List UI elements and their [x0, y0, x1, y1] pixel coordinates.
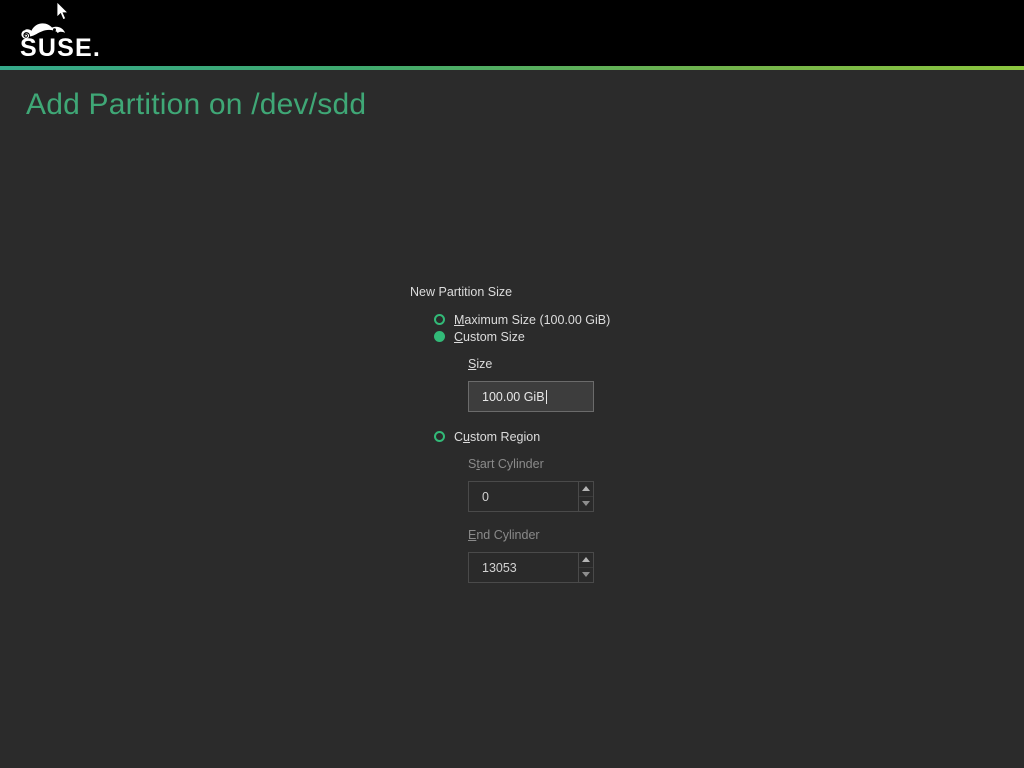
- chevron-down-icon: [582, 572, 590, 578]
- label-mnemonic: M: [454, 312, 465, 327]
- new-partition-size-group: New Partition Size Maximum Size (100.00 …: [410, 285, 830, 583]
- radio-custom-region[interactable]: Custom Region: [434, 428, 830, 445]
- svg-text:SUSE.: SUSE.: [20, 34, 101, 60]
- page-title: Add Partition on /dev/sdd: [26, 88, 367, 121]
- radio-custom-region-label: Custom Region: [454, 429, 540, 445]
- size-field-block: Size 100.00 GiB: [468, 357, 830, 412]
- label-post: ustom Size: [463, 329, 525, 344]
- end-cylinder-increment-button[interactable]: [579, 553, 593, 568]
- start-cylinder-spinbox[interactable]: 0: [468, 481, 594, 512]
- end-cylinder-block: End Cylinder 13053: [468, 528, 830, 583]
- suse-logo: SUSE.: [14, 8, 134, 60]
- header-accent-line: [0, 66, 1024, 70]
- end-cylinder-label: End Cylinder: [468, 528, 830, 543]
- start-cylinder-label: Start Cylinder: [468, 457, 830, 472]
- radio-custom-size-indicator: [434, 331, 445, 342]
- main-content: New Partition Size Maximum Size (100.00 …: [0, 120, 1024, 700]
- radio-maximum-size-label: Maximum Size (100.00 GiB): [454, 312, 610, 328]
- label-post: stom Region: [469, 429, 541, 444]
- end-cylinder-value[interactable]: 13053: [468, 552, 578, 583]
- chevron-down-icon: [582, 501, 590, 507]
- radio-maximum-size[interactable]: Maximum Size (100.00 GiB): [434, 311, 830, 328]
- end-cylinder-spin-buttons: [578, 552, 594, 583]
- label-post: nd Cylinder: [476, 528, 540, 542]
- start-cylinder-spin-buttons: [578, 481, 594, 512]
- label-post: ize: [476, 357, 493, 371]
- footer-button-bar: Help Release Notes... Abort Back Next: [0, 700, 1024, 768]
- start-cylinder-block: Start Cylinder 0: [468, 457, 830, 512]
- size-input-value: 100.00 GiB: [482, 389, 545, 404]
- size-input[interactable]: 100.00 GiB: [468, 381, 594, 412]
- label-mnemonic: C: [454, 329, 464, 344]
- label-pre: C: [454, 429, 464, 444]
- label-post: art Cylinder: [479, 457, 544, 471]
- label-mnemonic: u: [463, 429, 470, 444]
- chevron-up-icon: [582, 486, 590, 492]
- chevron-up-icon: [582, 557, 590, 563]
- end-cylinder-decrement-button[interactable]: [579, 568, 593, 583]
- radio-custom-region-indicator: [434, 431, 445, 442]
- group-heading: New Partition Size: [410, 285, 513, 299]
- label-post: aximum Size (100.00 GiB): [464, 312, 611, 327]
- radio-maximum-size-indicator: [434, 314, 445, 325]
- end-cylinder-spinbox[interactable]: 13053: [468, 552, 594, 583]
- radio-custom-size[interactable]: Custom Size: [434, 328, 830, 345]
- radio-custom-size-label: Custom Size: [454, 329, 525, 345]
- start-cylinder-decrement-button[interactable]: [579, 497, 593, 512]
- application-header: SUSE.: [0, 0, 1024, 66]
- text-caret: [545, 389, 547, 404]
- size-field-label: Size: [468, 357, 830, 372]
- start-cylinder-increment-button[interactable]: [579, 482, 593, 497]
- start-cylinder-value[interactable]: 0: [468, 481, 578, 512]
